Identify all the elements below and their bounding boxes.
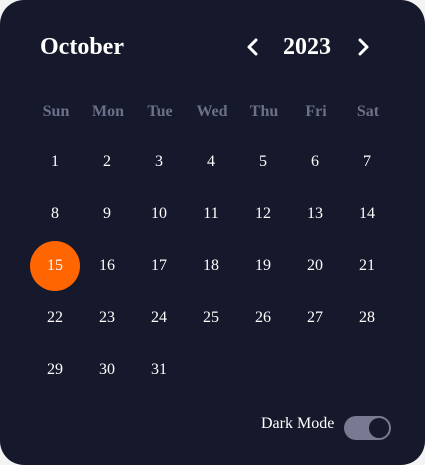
day-cell[interactable]: 19 [237,240,289,292]
weekday-label: Sat [356,103,380,120]
day-cell[interactable]: 7 [341,136,393,188]
day-cell[interactable]: 29 [29,344,81,396]
day-number: 22 [47,309,63,326]
day-number: 21 [359,257,375,274]
day-cell[interactable]: 25 [185,292,237,344]
day-number: 26 [255,309,271,326]
next-month-button[interactable] [351,33,375,61]
day-number: 29 [47,361,63,378]
day-number: 9 [103,205,111,222]
weekday-label: Wed [196,103,228,120]
day-cell[interactable]: 28 [341,292,393,344]
dark-mode-label: Dark Mode [261,415,335,432]
day-number: 19 [255,257,271,274]
day-number: 5 [259,153,267,170]
day-number: 8 [51,205,59,222]
day-number: 1 [51,153,59,170]
day-number: 12 [255,205,271,222]
day-cell[interactable]: 16 [81,240,133,292]
day-cell[interactable]: 22 [29,292,81,344]
year-title: 2023 [283,34,331,60]
day-cell[interactable]: 4 [185,136,237,188]
day-number: 6 [311,153,319,170]
day-number: 16 [99,257,115,274]
day-cell[interactable]: 24 [133,292,185,344]
day-cell[interactable]: 18 [185,240,237,292]
day-cell[interactable]: 20 [289,240,341,292]
previous-month-button[interactable] [241,33,265,61]
day-number: 15 [47,257,63,274]
day-cell[interactable]: 8 [29,188,81,240]
day-number: 14 [359,205,375,222]
day-number: 25 [203,309,219,326]
day-number: 23 [99,309,115,326]
month-title: October [40,34,124,60]
day-cell[interactable]: 21 [341,240,393,292]
selected-day-cell[interactable]: 15 [29,240,81,292]
day-number: 2 [103,153,111,170]
day-number: 27 [307,309,323,326]
day-cell[interactable]: 2 [81,136,133,188]
day-number: 17 [151,257,167,274]
day-cell[interactable]: 17 [133,240,185,292]
day-cell[interactable]: 1 [29,136,81,188]
day-cell[interactable]: 23 [81,292,133,344]
day-number: 20 [307,257,323,274]
toggle-knob [369,418,389,438]
day-number: 13 [307,205,323,222]
day-cell[interactable]: 26 [237,292,289,344]
chevron-left-icon [247,38,258,56]
weekday-label: Fri [305,103,327,120]
day-number: 28 [359,309,375,326]
dark-mode-toggle[interactable] [344,416,391,440]
day-cell[interactable]: 5 [237,136,289,188]
weekday-label: Sun [42,103,70,120]
weekday-label: Tue [147,103,173,120]
day-cell[interactable]: 31 [133,344,185,396]
day-cell[interactable]: 13 [289,188,341,240]
day-number: 7 [363,153,371,170]
day-number: 30 [99,361,115,378]
day-number: 31 [151,361,167,378]
day-cell[interactable]: 30 [81,344,133,396]
day-cell[interactable]: 3 [133,136,185,188]
day-number: 10 [151,205,167,222]
calendar-widget: October 2023 Sun Mon Tue Wed Thu Fri Sat 12345… [0,0,425,465]
weekday-label: Thu [249,103,279,120]
chevron-right-icon [358,38,369,56]
day-cell[interactable]: 6 [289,136,341,188]
weekday-label: Mon [92,103,124,120]
day-cell[interactable]: 27 [289,292,341,344]
day-cell[interactable]: 14 [341,188,393,240]
day-cell[interactable]: 9 [81,188,133,240]
day-number: 11 [203,205,219,222]
day-cell[interactable]: 11 [185,188,237,240]
day-number: 18 [203,257,219,274]
day-number: 24 [151,309,167,326]
day-number: 3 [155,153,163,170]
day-cell[interactable]: 10 [133,188,185,240]
day-number: 4 [207,153,215,170]
day-cell[interactable]: 12 [237,188,289,240]
